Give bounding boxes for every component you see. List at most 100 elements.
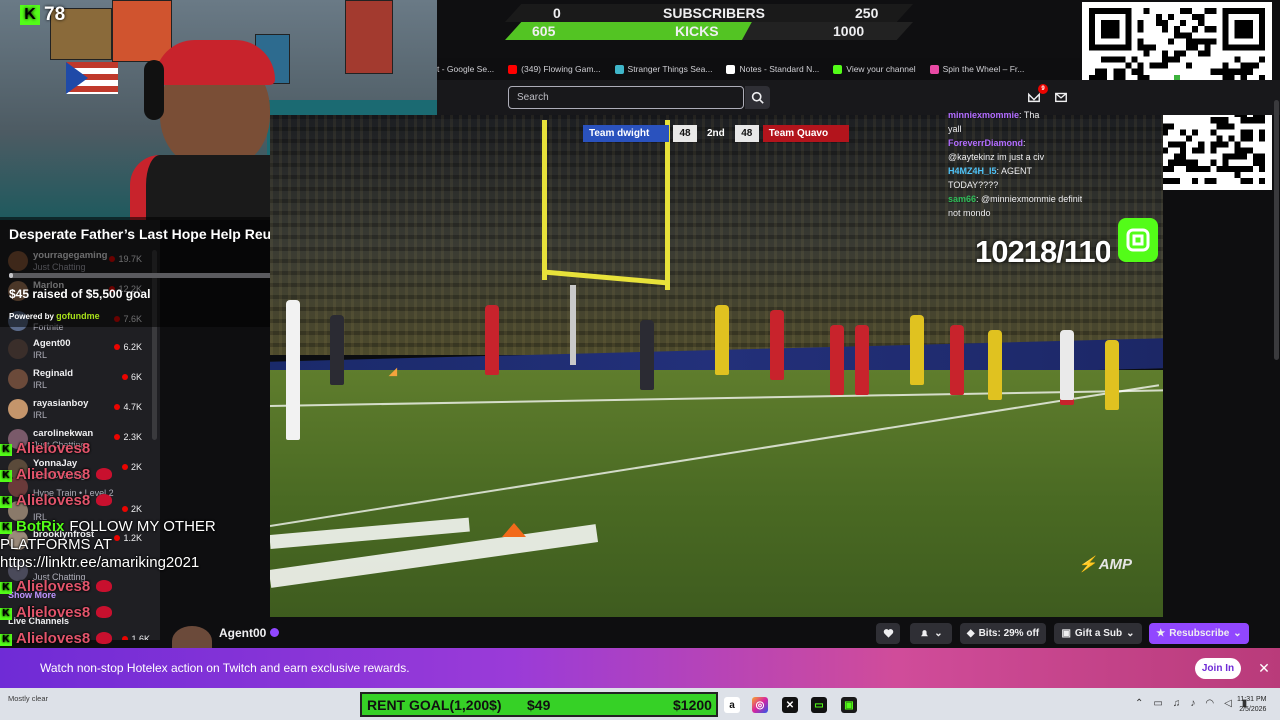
stream-goals: 0 SUBSCRIBERS 250 605 KICKS 1000 <box>505 4 913 40</box>
kick-chat-username: Alieloves8 <box>16 492 91 509</box>
kick-icon: K <box>0 608 12 620</box>
system-clock[interactable]: 11:31 PM 2/5/2026 <box>1237 695 1266 715</box>
chevron-down-icon: ⌄ <box>1126 628 1135 639</box>
clock-time: 11:31 PM <box>1237 696 1267 703</box>
notifications-button[interactable]: ⌄ <box>910 623 952 644</box>
chat-text: Tha <box>1023 110 1040 120</box>
resubscribe-button[interactable]: ★ Resubscribe ⌄ <box>1149 623 1249 644</box>
chat-username[interactable]: ForeverrDiamond <box>948 138 1023 148</box>
kick-app-icon[interactable]: ▭ <box>811 697 827 713</box>
avatar <box>8 339 28 359</box>
gift-sub-button[interactable]: ▣ Gift a Sub ⌄ <box>1054 623 1142 644</box>
lips-emote-icon <box>96 494 113 506</box>
inbox-button[interactable] <box>1053 89 1069 105</box>
kick-chat-text: https://linktr.ee/amariking2021 <box>0 554 200 571</box>
weather-text: Mostly clear <box>8 694 49 703</box>
volume-icon[interactable]: ◁ <box>1224 698 1232 709</box>
kick-chat-username: BotRix <box>16 518 65 535</box>
kicks-goal: 605 KICKS 1000 <box>505 22 913 40</box>
kick-icon <box>833 64 843 74</box>
goal-post-left <box>542 120 547 280</box>
amp-watermark: AMP <box>1078 555 1132 573</box>
chat-text: not mondo <box>948 208 991 218</box>
app-icon[interactable]: ▣ <box>841 697 857 713</box>
close-icon[interactable]: ✕ <box>1256 660 1272 676</box>
bookmark-item[interactable]: View your channel <box>833 64 916 74</box>
chat-text: TODAY???? <box>948 180 999 190</box>
team-right-name: Team Quavo <box>762 125 849 142</box>
chat-username[interactable]: H4MZ4H_I5 <box>948 166 997 176</box>
chevron-up-icon[interactable]: ⌃ <box>1135 698 1143 709</box>
bits-icon: ◆ <box>966 628 975 639</box>
avatar <box>8 369 28 389</box>
team-left-score: 48 <box>673 125 697 142</box>
quarter: 2nd <box>707 128 725 139</box>
mail-icon <box>1055 92 1067 103</box>
chat-message: sam66: @minniexmommie definitely <box>948 192 1082 206</box>
notes-icon <box>726 64 736 74</box>
wifi-icon[interactable]: ◠ <box>1205 698 1214 709</box>
goal-post-right <box>665 120 670 290</box>
chat-username[interactable]: sam66 <box>948 194 976 204</box>
kick-chat-username: Alieloves8 <box>16 630 91 647</box>
bookmark-item[interactable]: Stranger Things Sea... <box>614 64 712 74</box>
kick-chat-message: K Alieloves8 <box>0 604 113 621</box>
kick-icon: K <box>0 582 12 594</box>
search-button[interactable] <box>745 86 770 109</box>
bookmark-item[interactable]: Notes - Standard N... <box>726 64 819 74</box>
bookmark-item[interactable]: Spin the Wheel – Fr... <box>929 64 1024 74</box>
chat-username[interactable]: minniexmommie <box>948 110 1019 120</box>
kick-icon: K <box>0 496 12 508</box>
kicks-target: 1000 <box>833 23 865 39</box>
viewer-count: 4.7K <box>114 402 142 412</box>
lips-emote-icon <box>96 580 113 592</box>
page-scrollbar[interactable] <box>1274 100 1279 360</box>
star-icon: ★ <box>1156 628 1166 639</box>
chat-text: @kaytekinz im just a civ <box>948 152 1045 162</box>
chat-text: AGENT <box>1001 166 1033 176</box>
amazon-icon[interactable]: a <box>724 697 740 713</box>
sidebar-channel[interactable]: Agent00 IRL 6.2K <box>0 336 152 366</box>
bookmark-item[interactable]: (349) Flowing Gam... <box>508 64 601 74</box>
goal-post-base <box>570 285 576 365</box>
join-in-button[interactable]: Join In <box>1195 658 1241 679</box>
display-icon[interactable]: ▭ <box>1153 698 1162 709</box>
chat-message: @kaytekinz im just a civ <box>948 150 1082 164</box>
viewer-count: 6K <box>122 372 142 382</box>
channel-name: Reginald <box>33 368 74 379</box>
search-input[interactable]: Search <box>508 86 744 109</box>
kick-icon: K <box>0 634 12 646</box>
kick-chat-username: Alieloves8 <box>16 466 91 483</box>
game-scoreboard: Team dwight 48 2nd 48 Team Quavo <box>583 125 849 142</box>
football-player <box>286 300 300 440</box>
instagram-icon[interactable]: ◎ <box>752 697 768 713</box>
sidebar-channel[interactable]: Reginald IRL 6K <box>0 366 152 396</box>
kick-chat-message: K Alieloves8 <box>0 578 113 595</box>
kick-chat-username: Alieloves8 <box>16 604 91 621</box>
bits-button[interactable]: ◆ Bits: 29% off <box>960 623 1046 644</box>
bell-icon <box>921 630 929 637</box>
sidebar-channel[interactable]: rayasianboy IRL 4.7K <box>0 396 152 426</box>
microphone-icon[interactable]: ♪ <box>1190 698 1195 709</box>
streamer-name-label: Agent00 <box>219 626 267 640</box>
fundraiser-progress-fill <box>9 273 14 278</box>
chat-message: not mondo <box>948 206 1082 220</box>
streamer-name[interactable]: Agent00 <box>219 626 280 640</box>
kick-icon: K <box>20 5 40 25</box>
rent-goal-target: $1200 <box>673 696 712 713</box>
rent-goal-bar: RENT GOAL(1,200$) $49 $1200 <box>360 692 718 717</box>
gift-icon: ▣ <box>1061 628 1071 639</box>
twitch-chat: minniexmommie: Tha yall ForeverrDiamond: @… <box>948 108 1082 228</box>
kick-chat-message: https://linktr.ee/amariking2021 <box>0 554 199 571</box>
dragon-poster <box>345 0 393 74</box>
rent-goal-label: RENT GOAL(1,200$) <box>367 696 502 713</box>
x-icon[interactable]: ✕ <box>782 697 798 713</box>
viewer-count: 6.2K <box>114 342 142 352</box>
football-player <box>715 305 729 375</box>
headset-icon[interactable]: ♫ <box>1173 698 1181 709</box>
weather-widget[interactable]: Mostly clear <box>8 694 48 703</box>
subscribers-label: SUBSCRIBERS <box>663 5 765 21</box>
follow-heart-button[interactable] <box>876 623 900 644</box>
resubscribe-label: Resubscribe <box>1169 628 1230 639</box>
bookmark-item[interactable]: t - Google Se... <box>437 64 494 74</box>
